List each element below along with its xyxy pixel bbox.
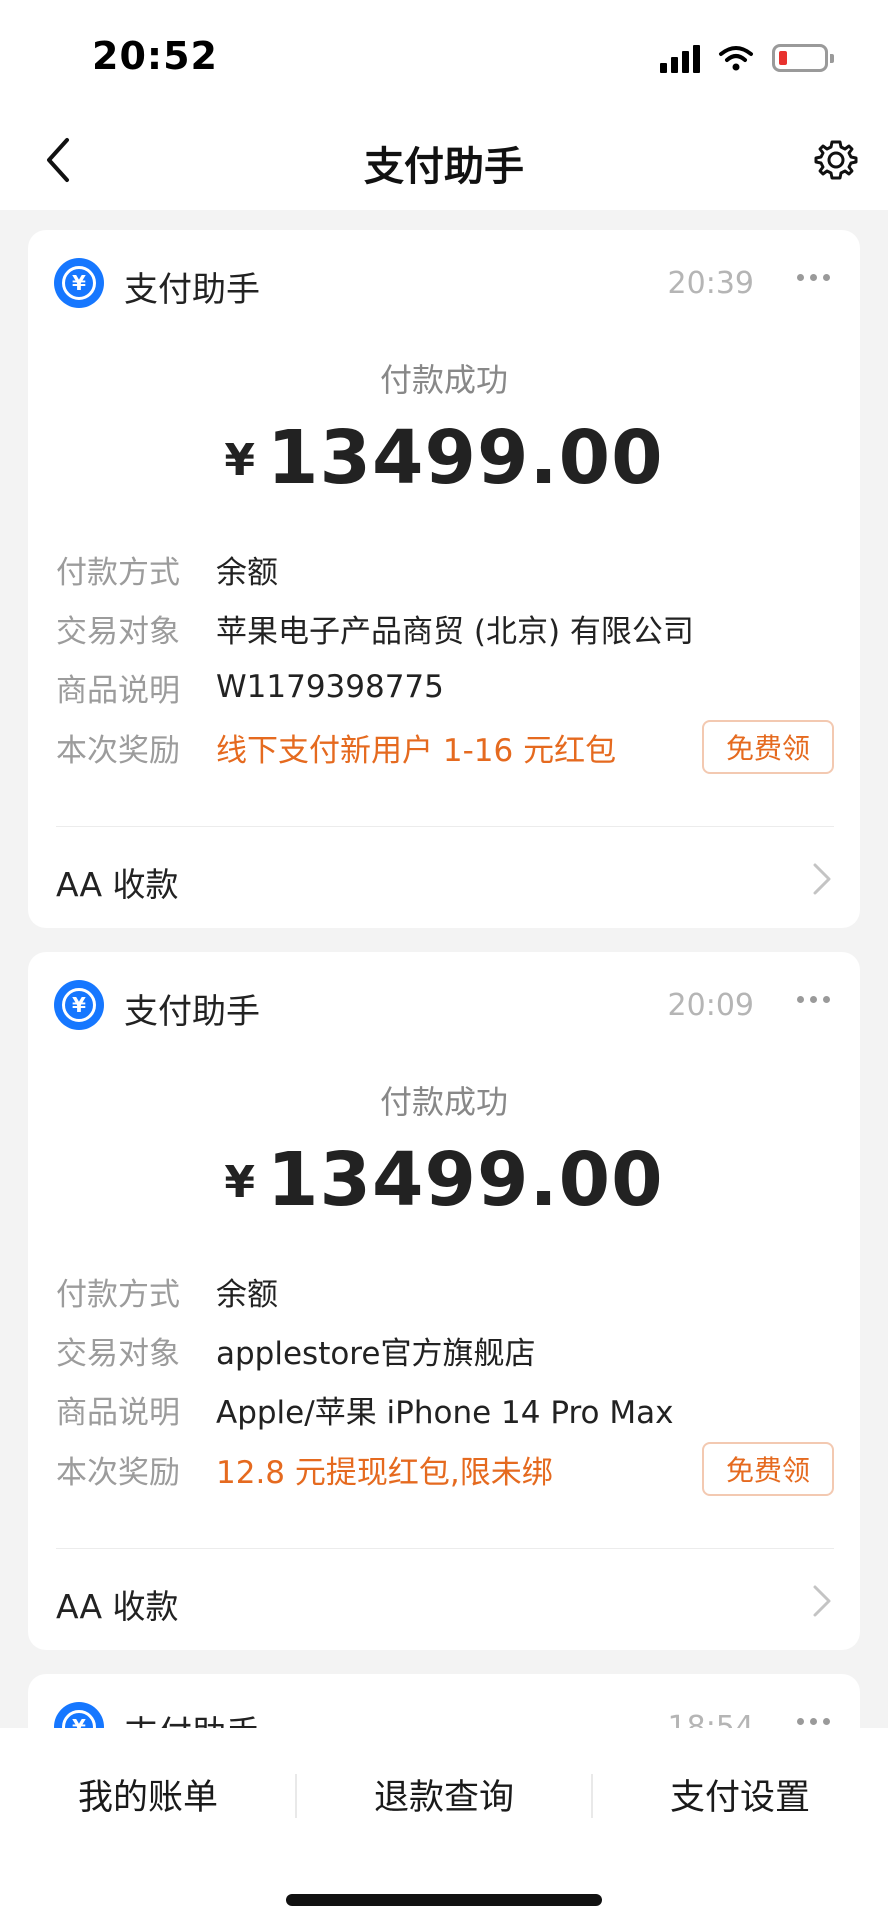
gear-icon: [814, 140, 858, 180]
aa-collect-row[interactable]: AA 收款: [28, 828, 860, 928]
detail-row-method: 付款方式 余额: [56, 546, 834, 592]
detail-row-method: 付款方式 余额: [56, 1268, 834, 1314]
detail-value: 苹果电子产品商贸 (北京) 有限公司: [216, 613, 694, 650]
status-bar: 20:52: [0, 0, 888, 110]
page-title: 支付助手: [364, 144, 524, 190]
claim-button[interactable]: 免费领: [702, 720, 834, 774]
more-icon[interactable]: [797, 274, 830, 281]
detail-value: applestore官方旗舰店: [216, 1335, 536, 1372]
screen: 20:52 支付助手 ¥ 支付助手 20:39 付款成功 ¥ 13499.00 …: [0, 0, 888, 1920]
detail-row-reward: 本次奖励 12.8 元提现红包,限未绑 免费领: [56, 1442, 834, 1496]
detail-label: 商品说明: [56, 672, 180, 709]
sender-name: 支付助手: [124, 992, 260, 1032]
payment-card[interactable]: ¥ 支付助手 20:09 付款成功 ¥13499.00 付款方式 余额 交易对象…: [28, 952, 860, 1650]
more-icon[interactable]: [797, 996, 830, 1003]
status-time: 20:52: [92, 34, 218, 78]
amount-value: 13499.00: [267, 415, 664, 501]
reward-text: 线下支付新用户 1-16 元红包: [216, 732, 617, 769]
home-indicator: [286, 1894, 602, 1906]
payment-amount: ¥13499.00: [28, 1137, 860, 1223]
detail-value: 余额: [216, 1276, 278, 1313]
tab-my-bills[interactable]: 我的账单: [0, 1758, 296, 1830]
amount-value: 13499.00: [267, 1137, 664, 1223]
chevron-right-icon: [813, 863, 831, 895]
detail-label: 交易对象: [56, 1335, 180, 1372]
detail-value: 余额: [216, 554, 278, 591]
nav-bar: 支付助手: [0, 110, 888, 210]
claim-button[interactable]: 免费领: [702, 1442, 834, 1496]
status-icons: [660, 40, 834, 76]
payment-status: 付款成功: [379, 1083, 508, 1121]
aa-collect-label: AA 收款: [56, 1587, 179, 1626]
detail-label: 交易对象: [56, 613, 180, 650]
wifi-icon: [719, 46, 753, 71]
card-header: ¥ 支付助手 20:39: [28, 230, 860, 330]
payment-amount: ¥13499.00: [28, 415, 860, 501]
currency-symbol: ¥: [224, 435, 256, 486]
detail-label: 商品说明: [56, 1394, 180, 1431]
message-time: 20:39: [667, 266, 754, 301]
detail-label: 本次奖励: [56, 732, 180, 769]
detail-label: 付款方式: [56, 1276, 180, 1313]
pay-logo-icon: ¥: [54, 980, 104, 1030]
divider: [56, 826, 834, 827]
payment-status: 付款成功: [379, 361, 508, 399]
aa-collect-row[interactable]: AA 收款: [28, 1550, 860, 1650]
bottom-tab-bar: 我的账单 退款查询 支付设置: [0, 1728, 888, 1920]
detail-row-description: 商品说明 W1179398775: [56, 664, 834, 710]
detail-row-description: 商品说明 Apple/苹果 iPhone 14 Pro Max: [56, 1386, 834, 1432]
divider: [56, 1548, 834, 1549]
more-icon[interactable]: [797, 1718, 830, 1725]
currency-symbol: ¥: [224, 1157, 256, 1208]
detail-row-counterparty: 交易对象 applestore官方旗舰店: [56, 1327, 834, 1373]
message-time: 20:09: [667, 988, 754, 1023]
battery-icon: [772, 44, 834, 72]
card-header: ¥ 支付助手 20:09: [28, 952, 860, 1052]
tab-payment-settings[interactable]: 支付设置: [592, 1758, 888, 1830]
payment-card[interactable]: ¥ 支付助手 20:39 付款成功 ¥13499.00 付款方式 余额 交易对象…: [28, 230, 860, 928]
detail-value: W1179398775: [216, 669, 444, 705]
pay-logo-icon: ¥: [54, 258, 104, 308]
tab-refund-query[interactable]: 退款查询: [296, 1758, 592, 1830]
detail-row-counterparty: 交易对象 苹果电子产品商贸 (北京) 有限公司: [56, 605, 834, 651]
detail-row-reward: 本次奖励 线下支付新用户 1-16 元红包 免费领: [56, 720, 834, 774]
settings-button[interactable]: [806, 130, 866, 190]
detail-value: Apple/苹果 iPhone 14 Pro Max: [216, 1394, 674, 1431]
sender-name: 支付助手: [124, 270, 260, 310]
detail-label: 本次奖励: [56, 1454, 180, 1491]
reward-text: 12.8 元提现红包,限未绑: [216, 1454, 553, 1491]
detail-label: 付款方式: [56, 554, 180, 591]
aa-collect-label: AA 收款: [56, 865, 179, 904]
signal-icon: [660, 43, 700, 73]
chevron-right-icon: [813, 1585, 831, 1617]
